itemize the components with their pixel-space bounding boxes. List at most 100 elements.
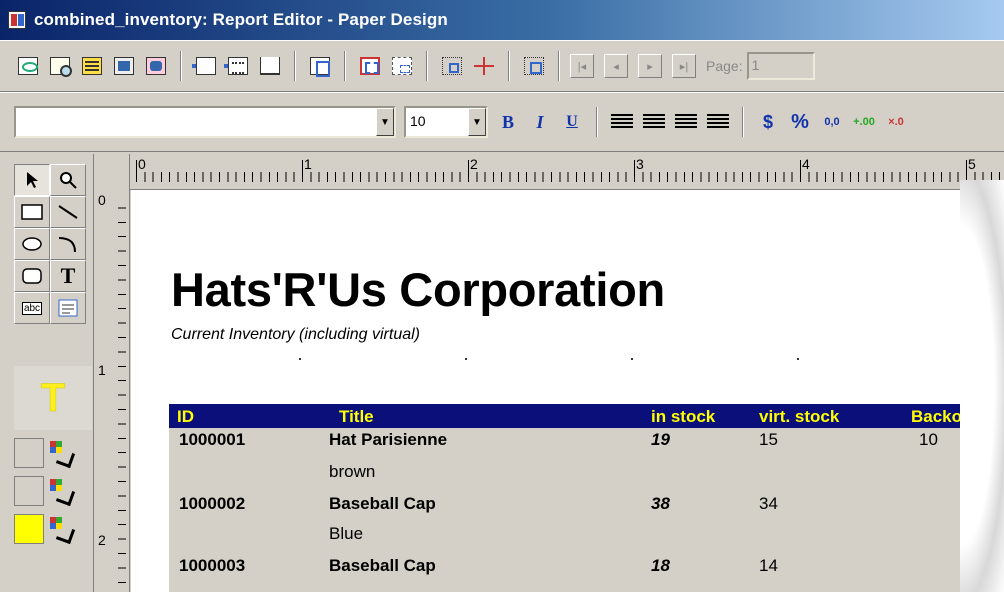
column-header-virt-stock[interactable]: virt. stock	[759, 407, 839, 427]
guide-dot	[631, 358, 633, 360]
crosshair-button[interactable]	[470, 52, 498, 80]
border-button[interactable]	[356, 52, 384, 80]
row-in-stock[interactable]: 19	[651, 430, 670, 450]
select-tool-button[interactable]	[14, 164, 50, 196]
copy-format-button[interactable]	[306, 52, 334, 80]
align-center-icon	[643, 113, 665, 131]
page-number-input[interactable]: 1	[746, 52, 815, 80]
text-tool-label: T	[60, 263, 76, 288]
header-band-button[interactable]	[192, 52, 220, 80]
next-page-button[interactable]: ▸	[638, 54, 662, 78]
app-icon[interactable]	[8, 11, 26, 29]
magnifier-page-icon	[50, 57, 72, 77]
row-in-stock[interactable]: 18	[651, 556, 670, 576]
column-header-in-stock[interactable]: in stock	[651, 407, 715, 427]
fill-color-swatch[interactable]	[14, 438, 44, 468]
remove-decimal-button[interactable]: ×.0	[882, 108, 910, 136]
guide-dot	[465, 358, 467, 360]
row-backorder[interactable]: 10	[919, 430, 938, 450]
row-title[interactable]: Hat Parisienne	[329, 430, 447, 450]
prev-page-button[interactable]: ◂	[604, 54, 628, 78]
italic-button[interactable]: I	[526, 108, 554, 136]
rectangle-tool-button[interactable]	[14, 196, 50, 228]
font-color-icon[interactable]	[50, 517, 74, 541]
label-tool-button[interactable]: abc	[14, 292, 50, 324]
center-icon	[442, 57, 462, 75]
percent-format-button[interactable]: %	[786, 108, 814, 136]
prev-page-icon: ◂	[613, 60, 619, 73]
last-page-button[interactable]: ▸|	[672, 54, 696, 78]
preview-button[interactable]	[46, 52, 74, 80]
chevron-down-icon[interactable]: ▼	[376, 108, 394, 136]
window-title: combined_inventory: Report Editor - Pape…	[34, 10, 448, 29]
rounded-rectangle-icon	[22, 268, 42, 284]
row-virt-stock[interactable]: 34	[759, 494, 778, 514]
field-tool-button[interactable]	[50, 292, 86, 324]
guide-dot	[797, 358, 799, 360]
label-tool-text: abc	[21, 301, 43, 315]
zoom-icon	[60, 172, 77, 189]
column-header-id[interactable]: ID	[177, 407, 194, 427]
chevron-down-icon[interactable]: ▼	[468, 108, 486, 136]
justify-button[interactable]	[704, 108, 732, 136]
page-setup-button[interactable]	[142, 52, 170, 80]
toolbar-separator	[742, 107, 744, 137]
add-decimal-button[interactable]: +.00	[850, 108, 878, 136]
table-body[interactable]: 1000001 Hat Parisienne brown 19 15 10 10…	[169, 428, 1004, 592]
text-tool-button[interactable]: T	[50, 260, 86, 292]
detail-band-button[interactable]	[224, 52, 252, 80]
thousands-format-button[interactable]: 0,0	[818, 108, 846, 136]
data-source-button[interactable]	[110, 52, 138, 80]
arc-tool-button[interactable]	[50, 228, 86, 260]
row-detail[interactable]: Blue	[329, 524, 363, 544]
row-title[interactable]: Baseball Cap	[329, 556, 436, 576]
row-detail[interactable]: brown	[329, 462, 375, 482]
row-title[interactable]: Baseball Cap	[329, 494, 436, 514]
ellipse-tool-button[interactable]	[14, 228, 50, 260]
row-in-stock[interactable]: 38	[651, 494, 670, 514]
frame-button[interactable]	[388, 52, 416, 80]
center-button[interactable]	[438, 52, 466, 80]
row-virt-stock[interactable]: 15	[759, 430, 778, 450]
toolbar-separator	[344, 51, 346, 81]
page-header-button[interactable]	[78, 52, 106, 80]
row-virt-stock[interactable]: 14	[759, 556, 778, 576]
fill-bucket-icon[interactable]	[50, 441, 74, 465]
font-name-select[interactable]: ▼	[14, 106, 396, 138]
align-left-button[interactable]	[608, 108, 636, 136]
toolbar-separator	[180, 51, 182, 81]
report-subtitle[interactable]: Current Inventory (including virtual)	[171, 326, 420, 344]
align-right-button[interactable]	[672, 108, 700, 136]
currency-format-button[interactable]: $	[754, 108, 782, 136]
bold-button[interactable]: B	[494, 108, 522, 136]
line-color-swatch[interactable]	[14, 476, 44, 506]
arc-icon	[58, 237, 76, 253]
pointer-icon	[27, 172, 38, 188]
rounded-rect-tool-button[interactable]	[14, 260, 50, 292]
zoom-tool-button[interactable]	[50, 164, 86, 196]
footer-band-button[interactable]	[256, 52, 284, 80]
row-id[interactable]: 1000001	[179, 430, 245, 450]
grid-button[interactable]	[520, 52, 548, 80]
row-id[interactable]: 1000002	[179, 494, 245, 514]
text-color-preview[interactable]: T	[14, 366, 92, 430]
company-title[interactable]: Hats'R'Us Corporation	[171, 262, 665, 317]
report-properties-button[interactable]	[14, 52, 42, 80]
ruler-mark: 3	[636, 156, 644, 172]
line-tool-button[interactable]	[50, 196, 86, 228]
underline-button[interactable]: U	[558, 108, 586, 136]
data-sheet-icon	[114, 57, 134, 75]
row-id[interactable]: 1000003	[179, 556, 245, 576]
font-size-select[interactable]: 10 ▼	[404, 106, 488, 138]
report-canvas[interactable]: Hats'R'Us Corporation Current Inventory …	[131, 190, 1004, 592]
title-bar[interactable]: combined_inventory: Report Editor - Pape…	[0, 0, 1004, 40]
align-left-icon	[611, 113, 633, 131]
toolbar-separator	[508, 51, 510, 81]
font-size-value: 10	[410, 113, 426, 129]
column-header-title[interactable]: Title	[339, 407, 374, 427]
table-header[interactable]: ID Title in stock virt. stock Backord	[169, 404, 1004, 428]
pen-color-icon[interactable]	[50, 479, 74, 503]
first-page-button[interactable]: |◂	[570, 54, 594, 78]
text-color-swatch[interactable]	[14, 514, 44, 544]
align-center-button[interactable]	[640, 108, 668, 136]
